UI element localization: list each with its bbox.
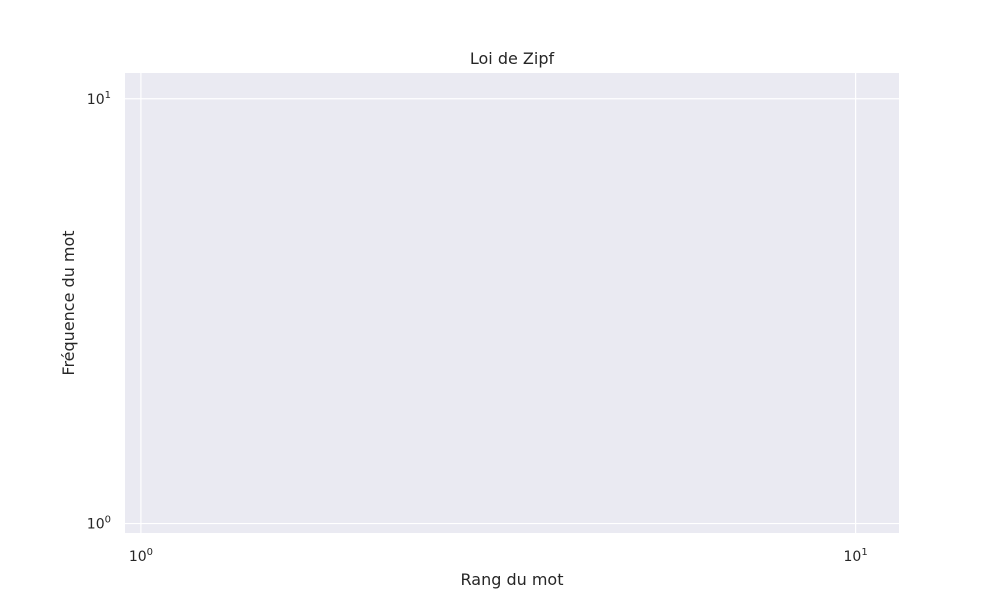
chart-title: Loi de Zipf (470, 49, 555, 68)
plot-area (125, 73, 899, 533)
zipf-chart: 100 101 100 101 Loi de Zipf Rang du mot Fr… (59, 49, 899, 589)
x-axis-label: Rang du mot (461, 570, 564, 589)
y-tick-label: 100 (87, 515, 111, 533)
y-tick-label: 101 (87, 90, 111, 108)
x-tick-label: 101 (844, 547, 868, 565)
y-tick-labels: 100 101 (87, 90, 111, 533)
x-tick-labels: 100 101 (129, 547, 868, 565)
y-axis-label: Fréquence du mot (59, 230, 78, 375)
x-tick-label: 100 (129, 547, 153, 565)
